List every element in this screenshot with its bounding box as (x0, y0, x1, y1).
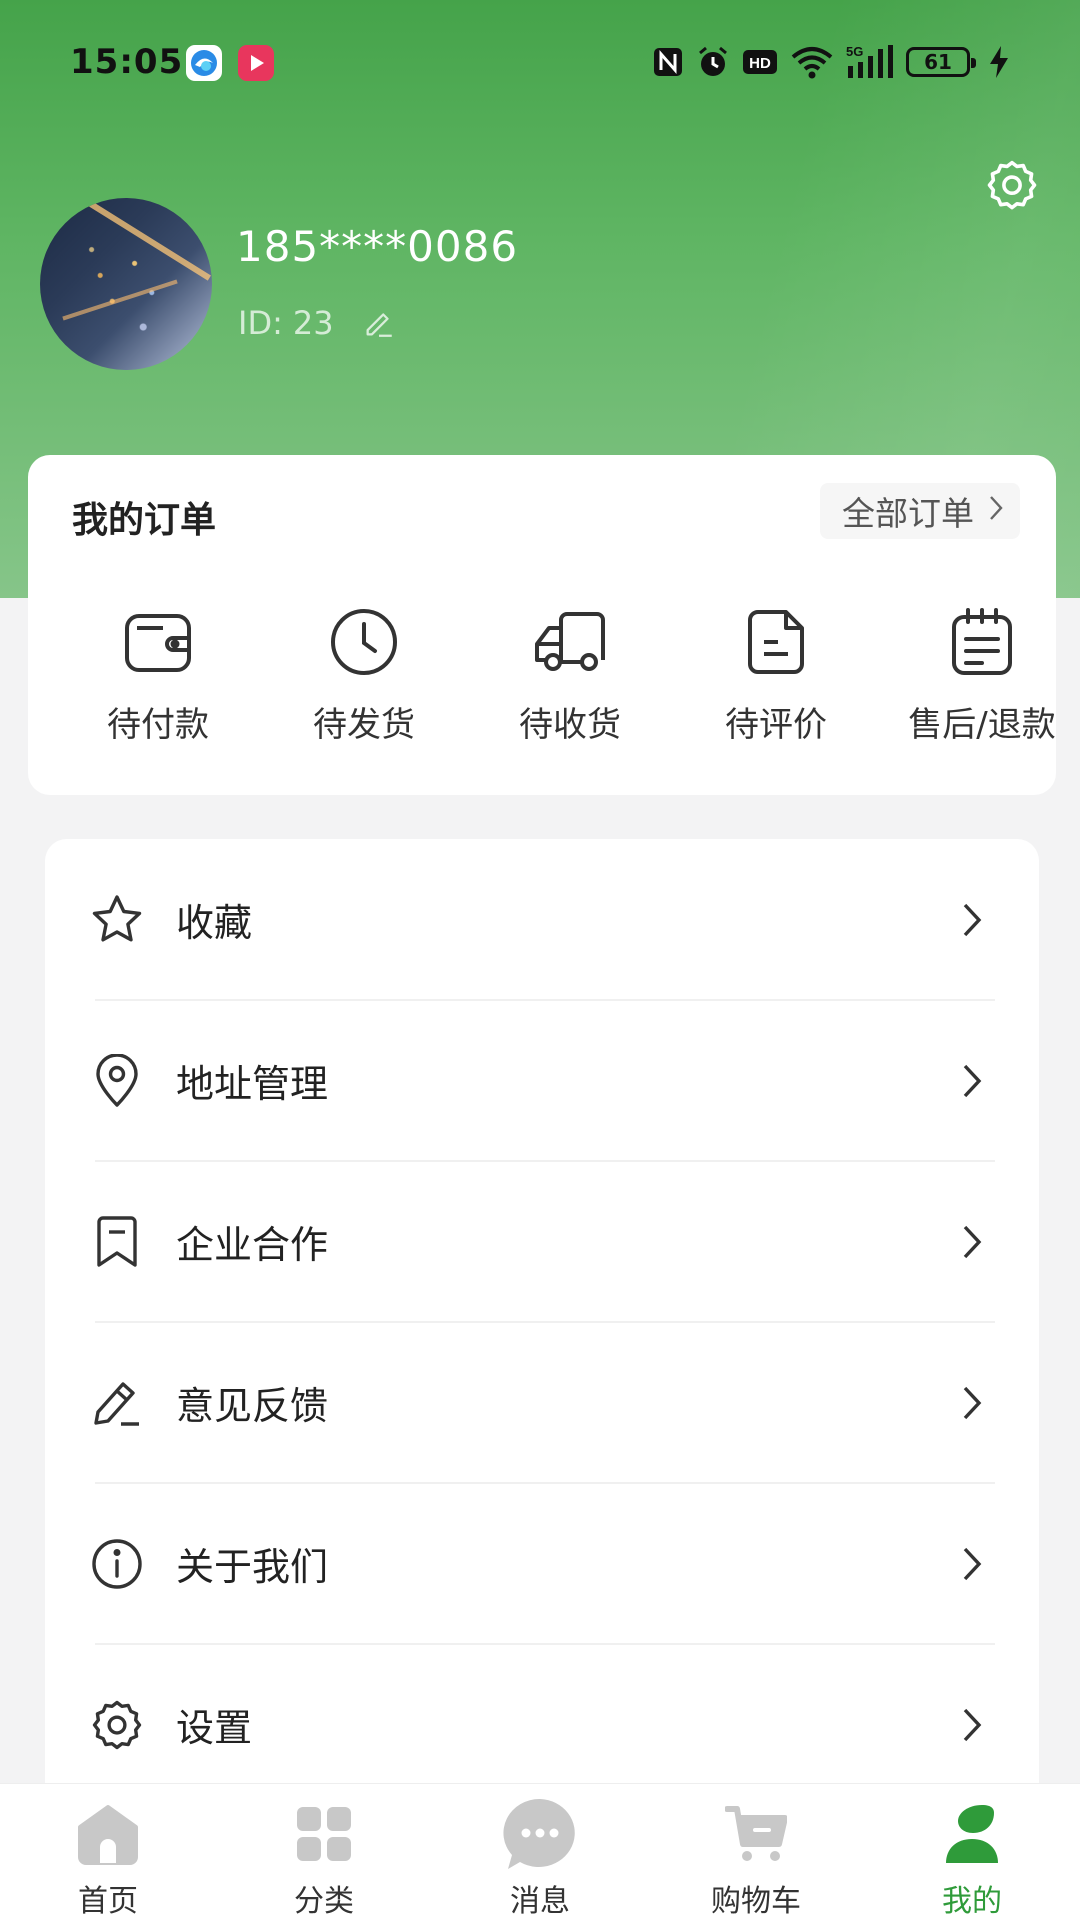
browser-app-icon (186, 45, 222, 81)
nav-item-label: 我的 (942, 1884, 1002, 1919)
menu-item-label: 意见反馈 (176, 1384, 329, 1428)
bottom-navigation: 首页 分类 消息 购物车 我的 (0, 1783, 1080, 1920)
order-item-label: 售后/退款 (908, 705, 1056, 745)
truck-icon (533, 605, 607, 679)
user-id-value: 23 (292, 304, 334, 342)
chevron-right-icon (957, 1383, 987, 1423)
status-time: 15:05 (70, 42, 184, 82)
charging-icon (988, 45, 1010, 79)
star-icon (89, 892, 145, 948)
nav-item-label: 分类 (294, 1884, 354, 1919)
pencil-icon (89, 1375, 145, 1431)
settings-gear-icon[interactable] (985, 157, 1039, 211)
svg-text:HD: HD (749, 55, 771, 72)
all-orders-label: 全部订单 (842, 494, 974, 533)
order-section-title: 我的订单 (72, 500, 217, 541)
home-icon (70, 1796, 146, 1872)
user-id-label: ID: (238, 304, 283, 342)
menu-item-label: 企业合作 (176, 1223, 329, 1267)
clock-icon (327, 605, 401, 679)
nav-item-label: 购物车 (711, 1884, 801, 1919)
nav-item-cart[interactable]: 购物车 (648, 1784, 864, 1920)
order-card: 我的订单 全部订单 待付款 待发货 待收货 待评价 售后/退款 (28, 455, 1056, 795)
alarm-icon (696, 45, 730, 79)
video-app-icon (238, 45, 274, 81)
user-icon (934, 1796, 1010, 1872)
edit-icon[interactable] (362, 306, 396, 340)
menu-item-about-us[interactable]: 关于我们 (45, 1483, 1039, 1644)
menu-item-label: 设置 (176, 1706, 253, 1750)
menu-item-favorites[interactable]: 收藏 (45, 839, 1039, 1000)
chevron-right-icon (957, 900, 987, 940)
hd-icon: HD (742, 48, 778, 76)
menu-item-label: 关于我们 (176, 1545, 329, 1589)
nav-item-label: 消息 (510, 1884, 570, 1919)
document-icon (739, 605, 813, 679)
menu-item-address[interactable]: 地址管理 (45, 1000, 1039, 1161)
all-orders-link[interactable]: 全部订单 (820, 483, 1020, 539)
message-icon (502, 1796, 578, 1872)
order-item-label: 待评价 (725, 705, 827, 745)
info-icon (89, 1536, 145, 1592)
chevron-right-icon (957, 1544, 987, 1584)
nav-item-category[interactable]: 分类 (216, 1784, 432, 1920)
location-pin-icon (89, 1053, 145, 1109)
menu-item-feedback[interactable]: 意见反馈 (45, 1322, 1039, 1483)
svg-text:5G: 5G (846, 44, 863, 59)
5g-signal-icon: 5G (846, 44, 894, 80)
order-item-after-sales[interactable]: 售后/退款 (879, 605, 1080, 755)
user-phone: 185****0086 (236, 222, 519, 271)
nav-item-messages[interactable]: 消息 (432, 1784, 648, 1920)
chevron-right-icon (957, 1222, 987, 1262)
chevron-right-icon (957, 1061, 987, 1101)
user-id: ID: 23 (238, 304, 396, 342)
status-bar: 15:05 HD 5G 61 (0, 0, 1080, 124)
menu-item-label: 地址管理 (176, 1062, 329, 1106)
chevron-right-icon (986, 492, 1006, 531)
order-item-pending-receipt[interactable]: 待收货 (467, 605, 673, 755)
avatar[interactable] (40, 198, 212, 370)
notepad-icon (945, 605, 1019, 679)
wifi-icon (790, 45, 834, 79)
nfc-icon (652, 46, 684, 78)
gear-icon (89, 1697, 145, 1753)
bookmark-icon (89, 1214, 145, 1270)
nav-item-label: 首页 (78, 1884, 138, 1919)
menu-card: 收藏 地址管理 企业合作 意见反馈 关于我们 设置 (45, 839, 1039, 1839)
order-item-pending-review[interactable]: 待评价 (673, 605, 879, 755)
menu-item-settings[interactable]: 设置 (45, 1644, 1039, 1805)
nav-item-home[interactable]: 首页 (0, 1784, 216, 1920)
order-item-pending-payment[interactable]: 待付款 (55, 605, 261, 755)
nav-item-mine[interactable]: 我的 (864, 1784, 1080, 1920)
grid-icon (286, 1796, 362, 1872)
chevron-right-icon (957, 1705, 987, 1745)
menu-item-business-cooperation[interactable]: 企业合作 (45, 1161, 1039, 1322)
order-item-pending-shipment[interactable]: 待发货 (261, 605, 467, 755)
wallet-icon (121, 605, 195, 679)
battery-icon: 61 (906, 47, 976, 77)
order-item-label: 待发货 (313, 705, 415, 745)
order-item-label: 待收货 (519, 705, 621, 745)
menu-item-label: 收藏 (176, 901, 253, 945)
cart-icon (718, 1796, 794, 1872)
order-item-label: 待付款 (107, 705, 209, 745)
